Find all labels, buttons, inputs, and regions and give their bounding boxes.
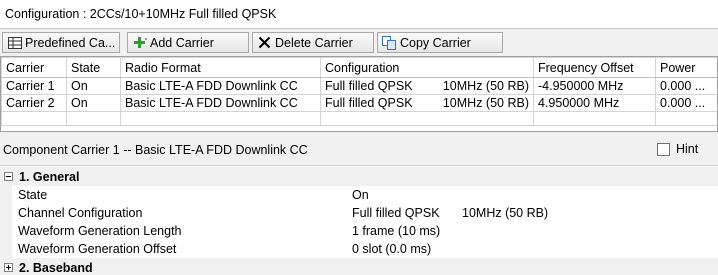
property-row-waveform-generation-length[interactable]: Waveform Generation Length 1 frame (10 m…: [0, 222, 718, 240]
property-name: Waveform Generation Offset: [18, 242, 177, 256]
property-row-waveform-generation-offset[interactable]: Waveform Generation Offset 0 slot (0.0 m…: [0, 240, 718, 258]
bandwidth-value: 10MHz (50 RB): [442, 79, 529, 93]
column-header-state[interactable]: State: [66, 57, 121, 78]
category-baseband-label: 2. Baseband: [19, 260, 93, 275]
property-value-bandwidth[interactable]: 10MHz (50 RB): [462, 206, 548, 220]
empty-table-row: [1, 111, 717, 126]
power-cell[interactable]: 0.000 ...: [655, 77, 717, 95]
property-value[interactable]: 0 slot (0.0 ms): [352, 242, 431, 256]
delete-x-icon: [257, 35, 272, 50]
category-general[interactable]: 1. General: [0, 167, 718, 186]
radio-format-cell[interactable]: Basic LTE-A FDD Downlink CC: [120, 77, 321, 95]
column-header-carrier[interactable]: Carrier: [1, 57, 67, 78]
property-value[interactable]: Full filled QPSK: [352, 206, 440, 220]
component-carrier-title: Component Carrier 1 -- Basic LTE-A FDD D…: [3, 143, 308, 157]
expand-plus-icon[interactable]: [4, 263, 13, 272]
configuration-bar: Configuration : 2CCs/10+10MHz Full fille…: [0, 0, 718, 29]
configuration-value: Full filled QPSK: [325, 96, 413, 110]
toolbar: Predefined Ca... Add Carrier Delete Carr…: [0, 30, 718, 55]
copy-icon: [382, 35, 397, 50]
carrier-cell[interactable]: Carrier 2: [1, 94, 67, 112]
property-row-state[interactable]: State On: [0, 186, 718, 204]
copy-carrier-label: Copy Carrier: [400, 35, 471, 50]
frequency-offset-cell[interactable]: 4.950000 MHz: [533, 94, 656, 112]
frequency-offset-cell[interactable]: -4.950000 MHz: [533, 77, 656, 95]
hint-label: Hint: [676, 142, 699, 156]
add-icon: [132, 35, 147, 50]
state-cell[interactable]: On: [66, 94, 121, 112]
configuration-cell[interactable]: Full filled QPSK 10MHz (50 RB): [320, 77, 534, 95]
category-baseband[interactable]: 2. Baseband: [0, 258, 718, 275]
carrier-table: Carrier State Radio Format Configuration…: [0, 56, 718, 132]
delete-carrier-label: Delete Carrier: [275, 35, 353, 50]
table-grid-icon: [7, 35, 22, 50]
property-grid: 1. General State On Channel Configuratio…: [0, 165, 718, 275]
copy-carrier-button[interactable]: Copy Carrier: [377, 32, 503, 53]
carrier-cell[interactable]: Carrier 1: [1, 77, 67, 95]
collapse-minus-icon[interactable]: [4, 172, 13, 181]
column-header-configuration[interactable]: Configuration: [320, 57, 534, 78]
add-carrier-button[interactable]: Add Carrier: [127, 32, 249, 53]
configuration-value: Full filled QPSK: [325, 79, 413, 93]
table-row[interactable]: Carrier 2 On Basic LTE-A FDD Downlink CC…: [1, 94, 717, 112]
property-name: Channel Configuration: [18, 206, 143, 220]
column-header-power[interactable]: Power: [655, 57, 717, 78]
property-value[interactable]: 1 frame (10 ms): [352, 224, 440, 238]
property-name: State: [18, 188, 48, 202]
delete-carrier-button[interactable]: Delete Carrier: [252, 32, 374, 53]
table-header-row: Carrier State Radio Format Configuration…: [1, 57, 717, 78]
configuration-cell[interactable]: Full filled QPSK 10MHz (50 RB): [320, 94, 534, 112]
column-header-radio-format[interactable]: Radio Format: [120, 57, 321, 78]
add-carrier-label: Add Carrier: [150, 35, 214, 50]
property-name: Waveform Generation Length: [18, 224, 182, 238]
column-header-frequency-offset[interactable]: Frequency Offset: [533, 57, 656, 78]
category-general-label: 1. General: [19, 169, 80, 184]
predefined-carriers-button[interactable]: Predefined Ca...: [2, 32, 120, 53]
radio-format-cell[interactable]: Basic LTE-A FDD Downlink CC: [120, 94, 321, 112]
property-value[interactable]: On: [352, 188, 369, 202]
component-carrier-header: Component Carrier 1 -- Basic LTE-A FDD D…: [0, 137, 718, 161]
power-cell[interactable]: 0.000 ...: [655, 94, 717, 112]
hint-checkbox-box[interactable]: [657, 142, 670, 156]
table-row[interactable]: Carrier 1 On Basic LTE-A FDD Downlink CC…: [1, 77, 717, 95]
state-cell[interactable]: On: [66, 77, 121, 95]
predefined-carriers-label: Predefined Ca...: [25, 35, 116, 50]
hint-checkbox[interactable]: Hint: [657, 142, 698, 156]
configuration-title: Configuration : 2CCs/10+10MHz Full fille…: [5, 7, 277, 21]
property-row-channel-configuration[interactable]: Channel Configuration Full filled QPSK 1…: [0, 204, 718, 222]
bandwidth-value: 10MHz (50 RB): [442, 96, 529, 110]
